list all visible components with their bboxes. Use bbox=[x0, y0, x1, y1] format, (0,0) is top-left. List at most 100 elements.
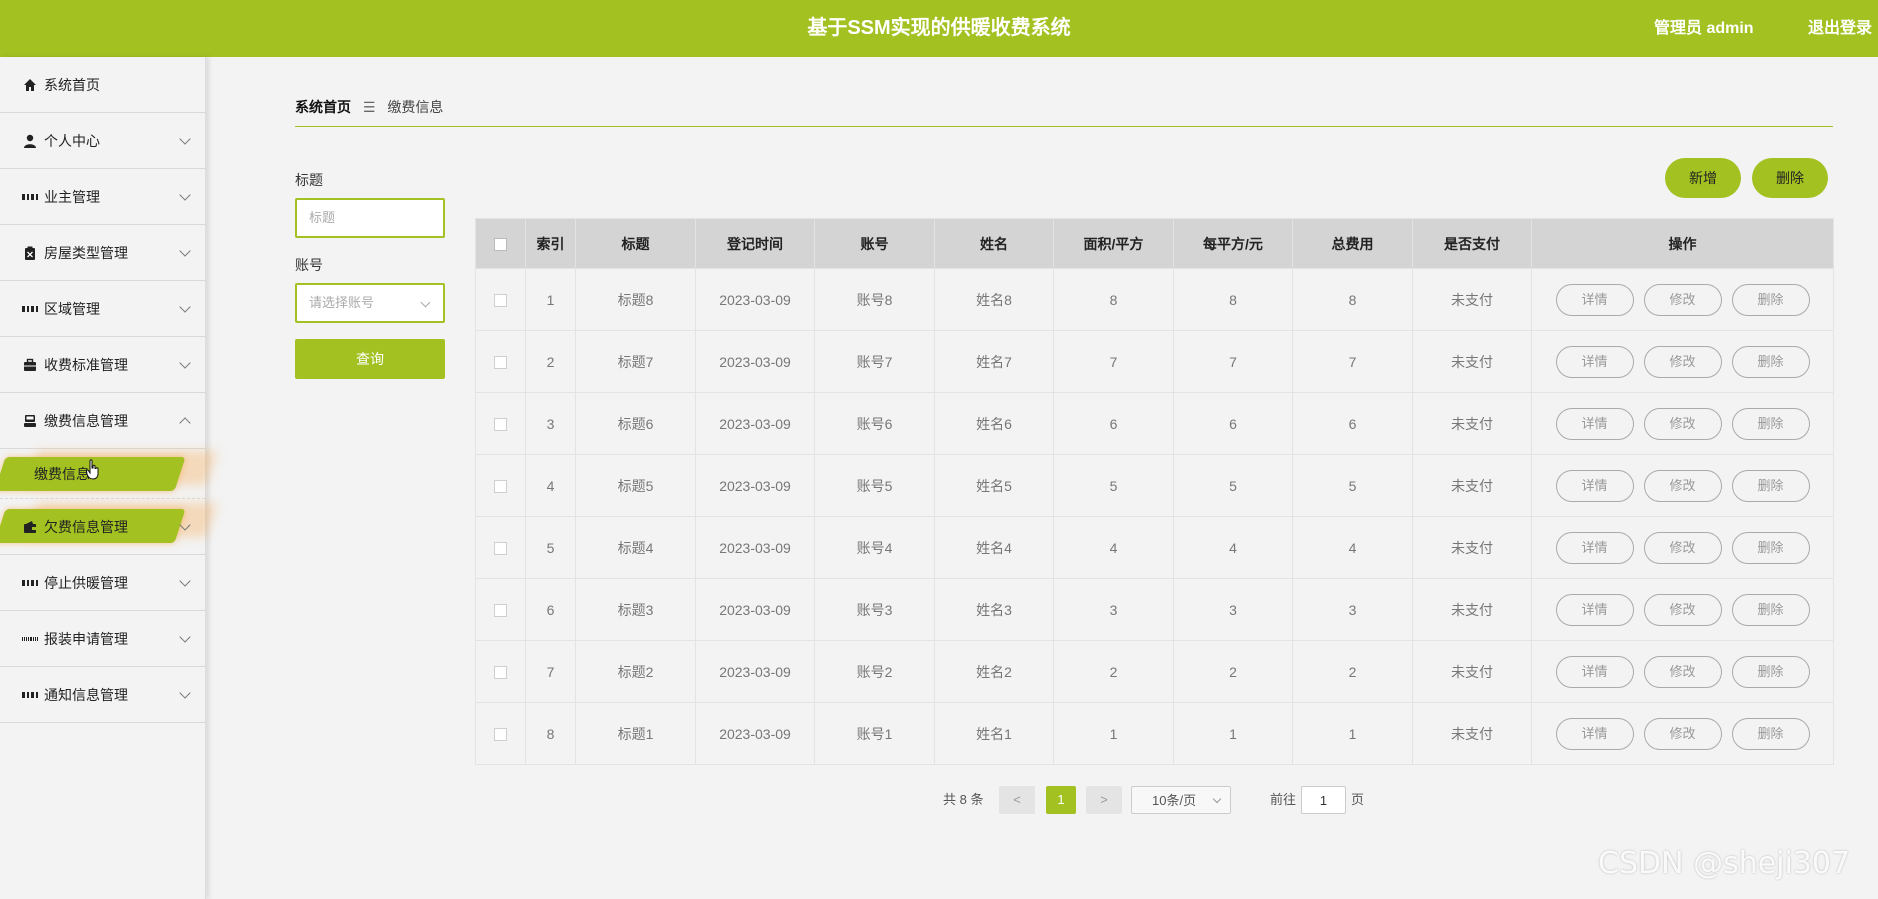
row-delete-button[interactable]: 删除 bbox=[1731, 345, 1810, 378]
query-button[interactable]: 查询 bbox=[295, 339, 445, 379]
sidebar-item-label: 收费标准管理 bbox=[44, 356, 128, 373]
pagination-next-button[interactable]: > bbox=[1086, 786, 1122, 814]
edit-button[interactable]: 修改 bbox=[1643, 469, 1722, 502]
delete-button[interactable]: 删除 bbox=[1752, 158, 1828, 198]
detail-button[interactable]: 详情 bbox=[1555, 717, 1634, 750]
row-checkbox[interactable] bbox=[494, 294, 507, 308]
row-delete-button[interactable]: 删除 bbox=[1731, 593, 1810, 626]
sidebar-item-home[interactable]: 系统首页 bbox=[0, 57, 205, 113]
row-delete-button[interactable]: 删除 bbox=[1731, 407, 1810, 440]
detail-button[interactable]: 详情 bbox=[1555, 469, 1634, 502]
pagination-prev-button[interactable]: < bbox=[999, 786, 1035, 814]
cell-price: 5 bbox=[1173, 454, 1293, 517]
detail-button[interactable]: 详情 bbox=[1555, 593, 1634, 626]
sidebar-item-label: 业主管理 bbox=[44, 188, 100, 205]
detail-button[interactable]: 详情 bbox=[1555, 531, 1634, 564]
row-delete-button[interactable]: 删除 bbox=[1731, 469, 1810, 502]
cell-date: 2023-03-09 bbox=[695, 516, 815, 579]
title-filter-input[interactable]: 标题 bbox=[295, 198, 445, 238]
page-size-select[interactable]: 10条/页 bbox=[1131, 786, 1231, 814]
column-header: 面积/平方 bbox=[1053, 218, 1174, 269]
row-operations: 详情 修改 删除 bbox=[1531, 516, 1834, 579]
row-checkbox[interactable] bbox=[494, 356, 507, 370]
sidebar-item-area-management[interactable]: 区域管理 bbox=[0, 281, 205, 337]
grid-icon bbox=[22, 301, 38, 317]
row-checkbox[interactable] bbox=[494, 666, 507, 680]
edit-button[interactable]: 修改 bbox=[1643, 531, 1722, 564]
detail-button[interactable]: 详情 bbox=[1555, 655, 1634, 688]
cell-total: 7 bbox=[1292, 330, 1413, 393]
account-filter-select[interactable]: 请选择账号 bbox=[295, 283, 445, 323]
sidebar-subitem-payment-info[interactable]: 缴费信息 bbox=[0, 449, 205, 499]
breadcrumb-home[interactable]: 系统首页 bbox=[295, 99, 351, 115]
cell-price: 3 bbox=[1173, 578, 1293, 641]
detail-button[interactable]: 详情 bbox=[1555, 345, 1634, 378]
pagination-total: 共 8 条 bbox=[943, 792, 984, 807]
account-filter-label: 账号 bbox=[295, 257, 323, 273]
sidebar-item-installation-request-management[interactable]: 报装申请管理 bbox=[0, 611, 205, 667]
cell-account: 账号2 bbox=[814, 640, 935, 703]
column-header: 标题 bbox=[575, 218, 696, 269]
sidebar-item-label: 区域管理 bbox=[44, 300, 100, 317]
detail-button[interactable]: 详情 bbox=[1555, 407, 1634, 440]
row-checkbox[interactable] bbox=[494, 728, 507, 742]
goto-page-input[interactable]: 1 bbox=[1301, 786, 1346, 814]
edit-button[interactable]: 修改 bbox=[1643, 717, 1722, 750]
column-header: 操作 bbox=[1531, 218, 1834, 269]
cell-name: 姓名2 bbox=[934, 640, 1054, 703]
cell-name: 姓名8 bbox=[934, 268, 1054, 331]
cell-paid: 未支付 bbox=[1412, 330, 1532, 393]
edit-button[interactable]: 修改 bbox=[1643, 345, 1722, 378]
table-row: 1 标题8 2023-03-09 账号8 姓名8 8 8 8 未支付 详情 修改 删除 bbox=[475, 268, 1834, 331]
chevron-down-icon bbox=[179, 189, 191, 201]
chevron-down-icon bbox=[1212, 794, 1222, 804]
sidebar-item-owner-management[interactable]: 业主管理 bbox=[0, 169, 205, 225]
sidebar-item-stop-heating-management[interactable]: 停止供暖管理 bbox=[0, 555, 205, 611]
sidebar-item-arrears-management[interactable]: 欠费信息管理 bbox=[0, 499, 205, 555]
row-delete-button[interactable]: 删除 bbox=[1731, 531, 1810, 564]
edit-button[interactable]: 修改 bbox=[1643, 407, 1722, 440]
row-delete-button[interactable]: 删除 bbox=[1731, 283, 1810, 316]
row-checkbox[interactable] bbox=[494, 418, 507, 432]
row-delete-button[interactable]: 删除 bbox=[1731, 655, 1810, 688]
column-header: 账号 bbox=[814, 218, 935, 269]
cell-title: 标题4 bbox=[575, 516, 696, 579]
row-select-cell bbox=[475, 516, 526, 579]
sidebar-item-notice-management[interactable]: 通知信息管理 bbox=[0, 667, 205, 723]
sidebar-item-label: 缴费信息 bbox=[34, 466, 90, 482]
sidebar-item-payment-info-management[interactable]: 缴费信息管理 bbox=[0, 393, 205, 449]
cell-date: 2023-03-09 bbox=[695, 702, 815, 765]
edit-button[interactable]: 修改 bbox=[1643, 655, 1722, 688]
row-checkbox[interactable] bbox=[494, 480, 507, 494]
cash-register-icon bbox=[22, 413, 38, 429]
chevron-down-icon bbox=[179, 357, 191, 369]
menu-icon: ☰ bbox=[362, 99, 376, 115]
pagination-page-1[interactable]: 1 bbox=[1046, 786, 1076, 814]
cell-area: 6 bbox=[1053, 392, 1174, 455]
table-row: 2 标题7 2023-03-09 账号7 姓名7 7 7 7 未支付 详情 修改 删除 bbox=[475, 330, 1834, 393]
cell-name: 姓名4 bbox=[934, 516, 1054, 579]
row-delete-button[interactable]: 删除 bbox=[1731, 717, 1810, 750]
row-checkbox[interactable] bbox=[494, 542, 507, 556]
row-operations: 详情 修改 删除 bbox=[1531, 454, 1834, 517]
select-all-checkbox[interactable] bbox=[494, 238, 507, 252]
wallet-icon bbox=[22, 519, 38, 535]
cell-paid: 未支付 bbox=[1412, 702, 1532, 765]
sidebar-item-personal-center[interactable]: 个人中心 bbox=[0, 113, 205, 169]
add-button[interactable]: 新增 bbox=[1665, 158, 1741, 198]
row-operations: 详情 修改 删除 bbox=[1531, 392, 1834, 455]
edit-button[interactable]: 修改 bbox=[1643, 283, 1722, 316]
table-body: 1 标题8 2023-03-09 账号8 姓名8 8 8 8 未支付 详情 修改 删除 2 标题7 2023… bbox=[475, 268, 1834, 765]
sidebar-item-house-type-management[interactable]: 房屋类型管理 bbox=[0, 225, 205, 281]
cell-date: 2023-03-09 bbox=[695, 578, 815, 641]
sidebar-item-fee-standard-management[interactable]: 收费标准管理 bbox=[0, 337, 205, 393]
page-size-value: 10条/页 bbox=[1152, 793, 1197, 808]
logout-link[interactable]: 退出登录 bbox=[1808, 0, 1872, 57]
cell-account: 账号3 bbox=[814, 578, 935, 641]
edit-button[interactable]: 修改 bbox=[1643, 593, 1722, 626]
detail-button[interactable]: 详情 bbox=[1555, 283, 1634, 316]
cell-date: 2023-03-09 bbox=[695, 330, 815, 393]
row-checkbox[interactable] bbox=[494, 604, 507, 618]
cell-price: 8 bbox=[1173, 268, 1293, 331]
cell-title: 标题2 bbox=[575, 640, 696, 703]
